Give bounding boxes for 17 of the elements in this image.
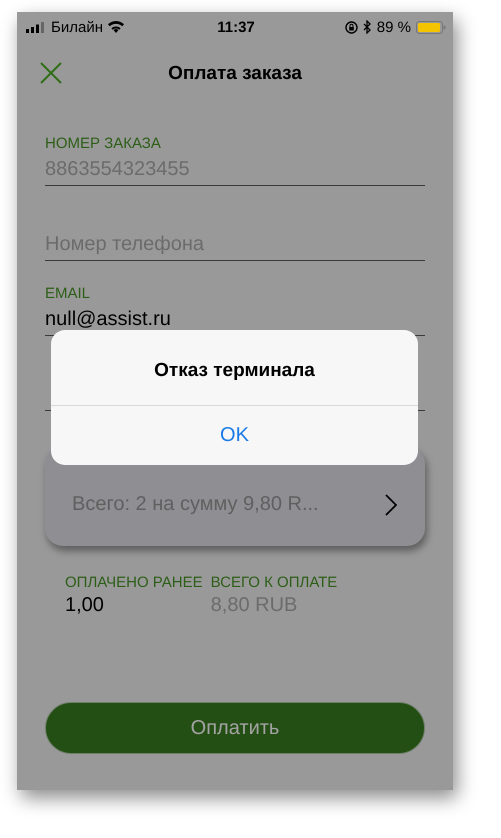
total-label: ОПЛАЧЕНО РАНЕЕ — [65, 574, 203, 591]
bluetooth-icon — [362, 20, 372, 34]
wifi-icon — [108, 21, 124, 33]
total-label: ВСЕГО К ОПЛАТЕ — [210, 574, 338, 591]
chevron-right-icon — [385, 494, 397, 516]
total-value: 1,00 — [65, 594, 105, 617]
clock-time: 11:37 — [217, 18, 255, 36]
rotation-lock-icon — [344, 20, 358, 34]
field-label: НОМЕР ЗАКАЗА — [45, 135, 162, 153]
close-icon[interactable] — [40, 62, 62, 84]
signal-icon — [26, 22, 46, 32]
alert-title: Отказ терминала — [51, 330, 418, 406]
screen-title: Оплата заказа — [168, 63, 302, 85]
battery-icon — [416, 20, 446, 34]
carrier-name: Билайн — [51, 18, 103, 36]
field-label: EMAIL — [45, 285, 92, 303]
battery-percent: 89 % — [376, 18, 411, 36]
